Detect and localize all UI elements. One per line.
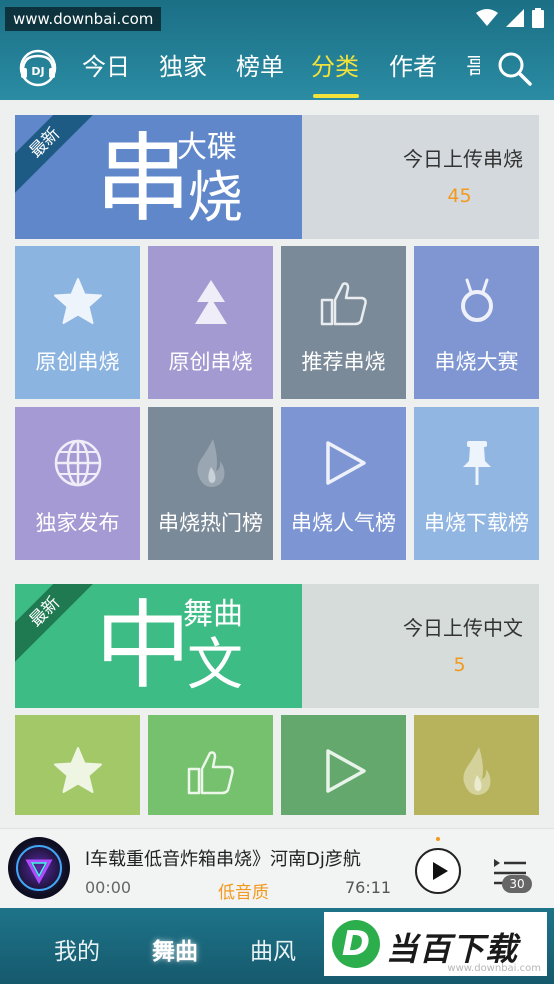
bottom-nav-dance[interactable]: 舞曲 bbox=[152, 932, 198, 966]
new-badge: 最新 bbox=[15, 584, 98, 665]
quality-toggle[interactable]: 低音质 bbox=[218, 878, 269, 903]
tile-label: 推荐串烧 bbox=[301, 350, 386, 374]
tab-author[interactable]: 作者 bbox=[389, 50, 437, 84]
tile-original-medley-1[interactable]: 原创串烧 bbox=[15, 246, 140, 399]
banner-chinese[interactable]: 最新 中 舞曲 文 今日上传中文 5 bbox=[15, 584, 539, 708]
tile-medley-download-chart[interactable]: 串烧下载榜 bbox=[414, 407, 539, 560]
today-upload-title: 今日上传中文 bbox=[403, 616, 523, 640]
play-triangle-icon bbox=[326, 441, 366, 485]
tree-icon bbox=[195, 280, 227, 324]
tile-chinese-1[interactable] bbox=[15, 715, 140, 815]
tab-exclusive[interactable]: 独家 bbox=[159, 50, 207, 84]
medal-icon bbox=[461, 278, 493, 322]
banner-medley-right: 今日上传串烧 45 bbox=[302, 115, 539, 239]
playlist-count-badge: 30 bbox=[502, 875, 532, 893]
tile-label: 串烧大赛 bbox=[434, 350, 519, 374]
today-upload-count: 5 bbox=[453, 654, 466, 676]
downbai-watermark-logo: D 当百下载 www.downbai.com bbox=[324, 912, 547, 976]
tile-label: 串烧下载榜 bbox=[424, 511, 529, 535]
play-button[interactable] bbox=[414, 847, 462, 895]
active-tab-indicator bbox=[313, 94, 359, 98]
today-upload-count: 45 bbox=[447, 185, 472, 207]
status-icons bbox=[476, 8, 544, 28]
flame-icon bbox=[197, 439, 225, 487]
tile-medley-hot-chart[interactable]: 串烧热门榜 bbox=[148, 407, 273, 560]
song-title[interactable]: l车载重低音炸箱串烧》河南Dj彦航 bbox=[85, 845, 375, 871]
time-total: 76:11 bbox=[345, 878, 392, 897]
banner-chinese-left: 最新 中 舞曲 文 bbox=[15, 584, 302, 708]
thumbs-up-icon bbox=[187, 751, 234, 795]
banner-small-top: 大碟 bbox=[177, 130, 237, 165]
search-button[interactable] bbox=[496, 50, 534, 88]
tile-label: 独家发布 bbox=[35, 511, 120, 535]
dj-logo-text: DJ bbox=[31, 65, 44, 78]
banner-chinese-right: 今日上传中文 5 bbox=[302, 584, 539, 708]
play-icon bbox=[415, 848, 461, 894]
mini-player: l车载重低音炸箱串烧》河南Dj彦航 00:00 低音质 76:11 30 bbox=[0, 828, 554, 908]
tile-label: 串烧热门榜 bbox=[158, 511, 263, 535]
thumbs-up-icon bbox=[320, 282, 367, 326]
star-icon bbox=[54, 747, 102, 793]
globe-icon bbox=[54, 439, 102, 487]
tab-today[interactable]: 今日 bbox=[82, 50, 130, 84]
new-badge: 最新 bbox=[15, 115, 98, 196]
pushpin-icon bbox=[463, 441, 491, 485]
banner-small-bottom: 烧 bbox=[187, 166, 243, 231]
top-nav: DJ 今日 独家 榜单 分类 作者 哥 bbox=[0, 36, 554, 100]
bottom-nav-genre[interactable]: 曲风 bbox=[250, 932, 296, 966]
brand-letter: D bbox=[341, 924, 371, 964]
tile-medley-popularity-chart[interactable]: 串烧人气榜 bbox=[281, 407, 406, 560]
today-upload-title: 今日上传串烧 bbox=[403, 147, 523, 171]
status-bar: www.downbai.com bbox=[0, 0, 554, 36]
search-icon bbox=[498, 52, 532, 86]
tile-label: 串烧人气榜 bbox=[291, 511, 396, 535]
banner-big-char: 中 bbox=[95, 590, 191, 702]
tile-label: 原创串烧 bbox=[35, 350, 120, 374]
watermark-url: www.downbai.com bbox=[5, 7, 162, 31]
banner-small-bottom: 文 bbox=[187, 633, 243, 698]
tile-medley-contest[interactable]: 串烧大赛 bbox=[414, 246, 539, 399]
brand-sub: www.downbai.com bbox=[447, 963, 541, 974]
tab-category[interactable]: 分类 bbox=[311, 50, 359, 84]
progress-dot bbox=[436, 837, 440, 841]
banner-small-top: 舞曲 bbox=[183, 597, 243, 632]
tile-exclusive-release[interactable]: 独家发布 bbox=[15, 407, 140, 560]
star-icon bbox=[54, 278, 102, 324]
tile-original-medley-2[interactable]: 原创串烧 bbox=[148, 246, 273, 399]
tile-label: 原创串烧 bbox=[168, 350, 253, 374]
banner-medley[interactable]: 最新 串 大碟 烧 今日上传串烧 45 bbox=[15, 115, 539, 239]
tab-partial[interactable]: 哥 bbox=[466, 50, 480, 84]
dj-logo-icon[interactable]: DJ bbox=[18, 48, 58, 88]
bottom-nav-mine[interactable]: 我的 bbox=[54, 932, 100, 966]
tile-chinese-4[interactable] bbox=[414, 715, 539, 815]
time-current: 00:00 bbox=[85, 878, 132, 897]
app-header: www.downbai.com DJ 今日 独家 榜单 分类 作者 哥 bbox=[0, 0, 554, 100]
play-triangle-icon bbox=[326, 749, 366, 793]
signal-icon bbox=[506, 9, 524, 27]
tile-chinese-2[interactable] bbox=[148, 715, 273, 815]
album-art-icon bbox=[16, 845, 62, 891]
tab-charts[interactable]: 榜单 bbox=[236, 50, 284, 84]
wifi-icon bbox=[476, 9, 498, 26]
battery-icon bbox=[532, 8, 544, 28]
album-cover[interactable] bbox=[8, 837, 70, 899]
tile-chinese-3[interactable] bbox=[281, 715, 406, 815]
flame-icon bbox=[463, 747, 491, 795]
tile-recommended-medley[interactable]: 推荐串烧 bbox=[281, 246, 406, 399]
banner-medley-left: 最新 串 大碟 烧 bbox=[15, 115, 302, 239]
